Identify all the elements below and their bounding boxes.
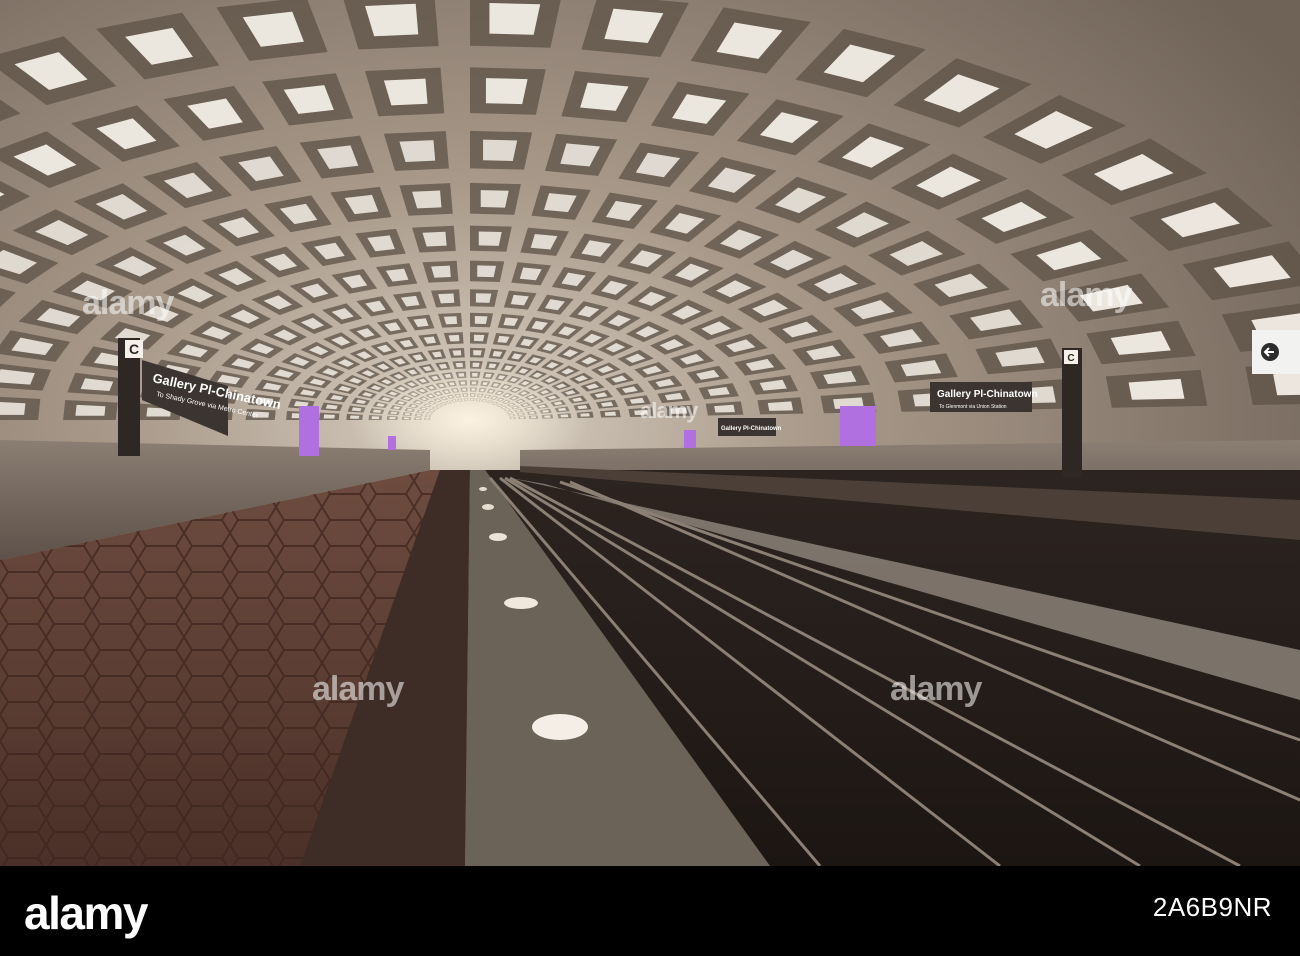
watermark-text: alamy <box>1040 276 1132 314</box>
coffer-light <box>477 265 497 278</box>
coffer-light <box>75 404 106 416</box>
right-sign-letter: C <box>1067 353 1074 364</box>
coffer-light <box>483 139 518 161</box>
photo-subway-station: C Gallery Pl-Chinatown To Shady Grove vi… <box>0 0 1300 866</box>
far-sign-title: Gallery Pl-Chinatown <box>721 426 782 432</box>
left-sign-letter: C <box>129 341 139 357</box>
coffer-light <box>323 414 335 419</box>
coffer-light <box>399 140 436 162</box>
coffer-light <box>448 334 460 342</box>
coffer-light <box>767 401 794 411</box>
coffer-light <box>473 334 485 342</box>
station-illustration: C Gallery Pl-Chinatown To Shady Grove vi… <box>0 0 1300 866</box>
coffer-light <box>431 265 451 278</box>
right-sign-title: Gallery Pl-Chinatown <box>937 389 1038 400</box>
right-sign-subtitle: To Glenmont via Union Station <box>939 404 1007 410</box>
coffer-light <box>489 3 541 35</box>
coffer-light <box>422 231 447 247</box>
coffer-light <box>478 231 502 246</box>
coffer-light <box>452 350 462 356</box>
coffer-light <box>480 190 509 208</box>
watermark-text: alamy <box>640 398 698 423</box>
image-id-label: 2A6B9NR <box>1152 892 1272 922</box>
footer-bar: alamy 2A6B9NR <box>0 866 1300 956</box>
watermark-text: alamy <box>312 670 404 708</box>
watermark-text: alamy <box>82 284 174 322</box>
coffer-light <box>412 190 442 209</box>
coffer-light <box>473 350 482 356</box>
coffer-light <box>1128 378 1185 400</box>
watermark-text: alamy <box>890 670 982 708</box>
coffer-light <box>443 316 458 325</box>
coffer-light <box>485 78 528 105</box>
coffer-light <box>383 78 428 106</box>
coffer-light <box>474 316 488 324</box>
brand-logo[interactable]: alamy <box>24 886 148 940</box>
coffer-light <box>714 404 735 413</box>
coffer-light <box>475 293 492 303</box>
far-station-sign: Gallery Pl-Chinatown <box>718 418 782 436</box>
coffer-light <box>438 293 455 304</box>
coffer-light <box>365 3 419 37</box>
coffer-light <box>604 411 617 416</box>
coffer-light <box>0 401 26 415</box>
